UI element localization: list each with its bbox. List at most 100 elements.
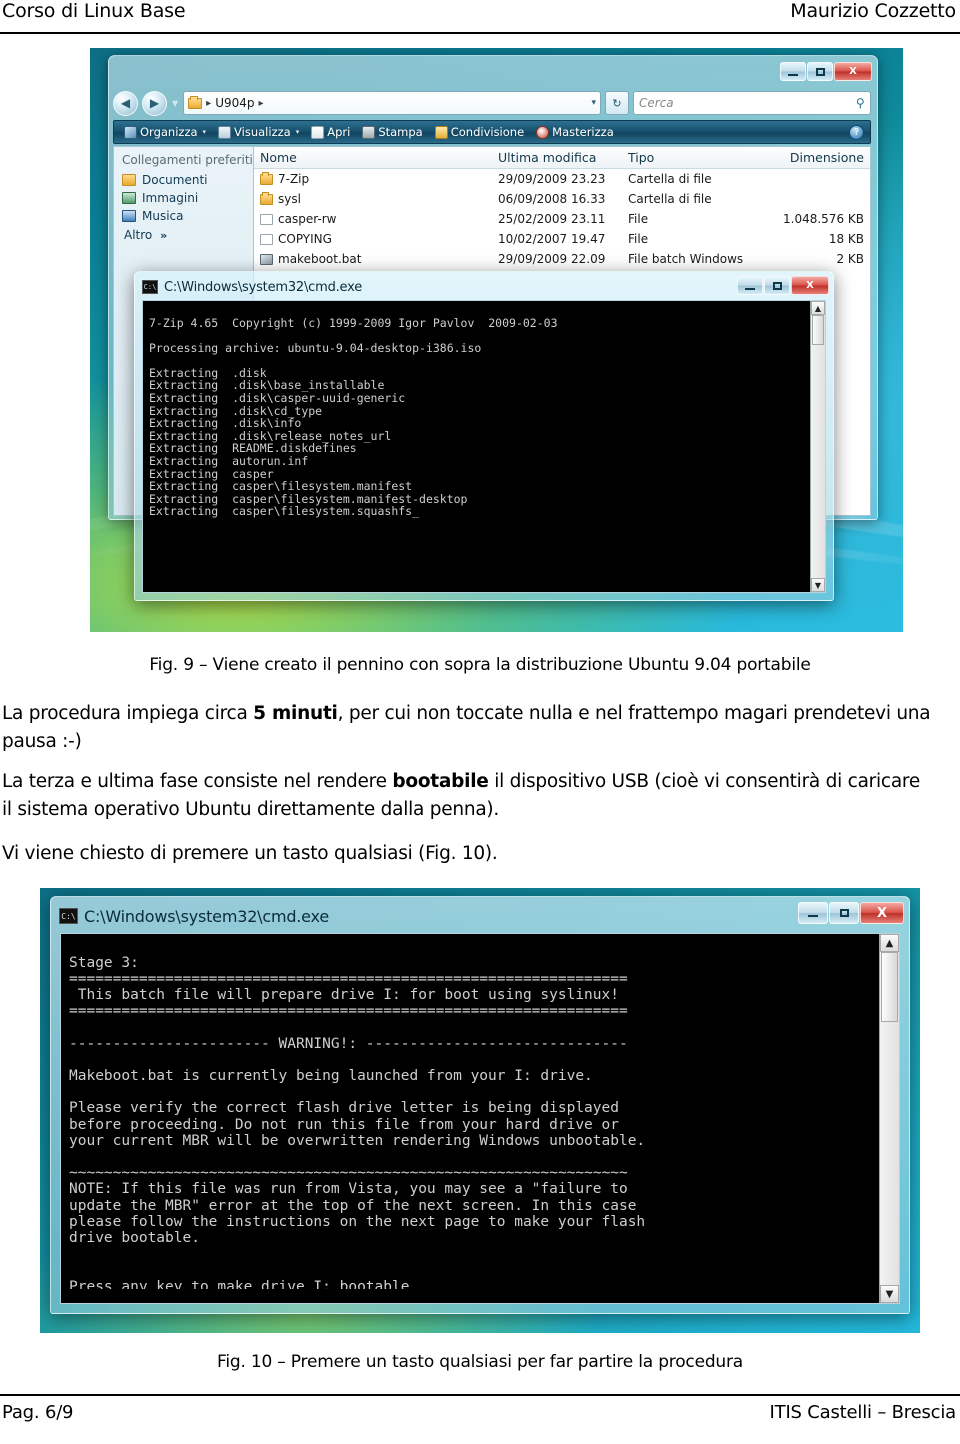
nav-history-caret-icon[interactable]: ▼ xyxy=(172,99,178,108)
help-icon[interactable]: ? xyxy=(849,124,864,140)
scrollbar-track[interactable] xyxy=(880,1022,899,1285)
file-modified: 29/09/2009 22.09 xyxy=(498,252,606,266)
refresh-button[interactable]: ↻ xyxy=(605,91,629,115)
cmd-console-text-2: Stage 3: ===============================… xyxy=(69,954,646,1289)
view-menu[interactable]: Visualizza ▾ xyxy=(214,125,303,139)
paragraph-1-part-a: La procedura impiega circa xyxy=(2,703,254,724)
file-name: 7-Zip xyxy=(278,172,310,186)
breadcrumb-separator-icon: ▸ xyxy=(206,97,212,109)
cmd-console-text-1: 7-Zip 4.65 Copyright (c) 1999-2009 Igor … xyxy=(149,315,558,519)
figure-9-caption: Fig. 9 – Viene creato il pennino con sop… xyxy=(149,655,811,675)
table-row[interactable]: 7-Zip 29/09/2009 23.23 Cartella di file xyxy=(254,169,870,189)
figure-10-caption: Fig. 10 – Premere un tasto qualsiasi per… xyxy=(216,1352,743,1372)
view-label: Visualizza xyxy=(234,125,291,139)
file-list-header: Nome Ultima modifica Tipo Dimensione xyxy=(254,147,870,169)
open-button[interactable]: Apri xyxy=(307,125,354,139)
file-modified: 29/09/2009 23.23 xyxy=(498,172,606,186)
scroll-down-arrow-icon[interactable]: ▼ xyxy=(811,578,825,592)
scroll-up-arrow-icon[interactable]: ▲ xyxy=(880,934,899,952)
page-header: Corso di Linux Base Maurizio Cozzetto xyxy=(0,0,960,34)
batch-file-icon xyxy=(260,253,273,265)
breadcrumb-folder-name[interactable]: U904p xyxy=(215,96,254,110)
cmd-scrollbar-2[interactable]: ▲ ▼ xyxy=(879,934,899,1303)
sidebar-more-toggle[interactable]: Altro » xyxy=(122,228,253,242)
sidebar-item-label: Musica xyxy=(142,209,184,223)
folder-icon xyxy=(188,95,203,109)
cmd-scrollbar-1[interactable]: ▲ ▼ xyxy=(810,301,825,592)
organize-menu[interactable]: Organizza ▾ xyxy=(120,125,210,139)
close-button[interactable]: X xyxy=(791,276,829,295)
scroll-down-arrow-icon[interactable]: ▼ xyxy=(880,1285,899,1303)
cmd-icon: C:\ xyxy=(142,280,158,294)
chevron-down-icon: ▾ xyxy=(295,128,300,136)
address-bar[interactable]: ▸ U904p ▸ ▾ xyxy=(183,91,601,115)
organize-icon xyxy=(124,125,137,139)
sidebar-item-immagini[interactable]: Immagini xyxy=(122,191,253,205)
maximize-button[interactable] xyxy=(807,62,833,81)
open-icon xyxy=(311,125,325,139)
file-icon xyxy=(260,213,273,225)
music-folder-icon xyxy=(122,210,136,222)
explorer-address-row: ◀ ▶ ▼ ▸ U904p ▸ ▾ ↻ Cerca ⚲ xyxy=(113,90,871,116)
paragraph-2-part-a: La terza e ultima fase consiste nel rend… xyxy=(2,771,393,792)
screenshot-figure-10: C:\ C:\Windows\system32\cmd.exe X Stage … xyxy=(40,888,920,1333)
close-button[interactable]: X xyxy=(834,62,872,81)
close-button[interactable]: X xyxy=(860,902,904,924)
burn-button[interactable]: Masterizza xyxy=(532,125,618,139)
paragraph-2: La terza e ultima fase consiste nel rend… xyxy=(2,768,932,824)
file-modified: 10/02/2007 19.47 xyxy=(498,232,606,246)
pictures-folder-icon xyxy=(122,192,136,204)
print-button[interactable]: Stampa xyxy=(358,125,426,139)
chevron-double-right-icon: » xyxy=(160,229,168,242)
scroll-up-arrow-icon[interactable]: ▲ xyxy=(811,301,825,315)
cmd-icon: C:\ xyxy=(59,908,78,924)
minimize-button[interactable] xyxy=(780,62,806,81)
address-dropdown-icon[interactable]: ▾ xyxy=(591,98,596,108)
scrollbar-thumb[interactable] xyxy=(812,315,824,345)
minimize-button[interactable] xyxy=(798,902,828,924)
table-row[interactable]: COPYING 10/02/2007 19.47 File 18 KB xyxy=(254,229,870,249)
paragraph-1-bold: 5 minuti xyxy=(253,703,338,724)
table-row[interactable]: sysl 06/09/2008 16.33 Cartella di file xyxy=(254,189,870,209)
cmd-console-area-2: Stage 3: ===============================… xyxy=(60,933,900,1304)
organize-label: Organizza xyxy=(140,125,198,139)
file-type: File batch Windows xyxy=(628,252,744,266)
column-header-type[interactable]: Tipo xyxy=(622,150,750,165)
column-header-size[interactable]: Dimensione xyxy=(750,150,870,165)
open-label: Apri xyxy=(327,125,351,139)
header-course-title: Corso di Linux Base xyxy=(2,0,186,22)
view-icon xyxy=(218,125,232,139)
file-type: File xyxy=(628,212,649,226)
paragraph-1: La procedura impiega circa 5 minuti, per… xyxy=(2,700,932,756)
footer-page-number: Pag. 6/9 xyxy=(2,1402,74,1423)
print-label: Stampa xyxy=(378,125,423,139)
search-input[interactable]: Cerca ⚲ xyxy=(633,91,871,115)
share-icon xyxy=(434,125,448,139)
minimize-button[interactable] xyxy=(737,276,763,295)
sidebar-item-documenti[interactable]: Documenti xyxy=(122,173,253,187)
file-type: Cartella di file xyxy=(628,192,712,206)
sidebar-heading: Collegamenti preferiti xyxy=(122,153,253,167)
sidebar-item-musica[interactable]: Musica xyxy=(122,209,253,223)
cmd-title-text: C:\Windows\system32\cmd.exe xyxy=(84,906,329,926)
table-row[interactable]: makeboot.bat 29/09/2009 22.09 File batch… xyxy=(254,249,870,269)
share-label: Condivisione xyxy=(450,125,525,139)
share-button[interactable]: Condivisione xyxy=(431,125,528,139)
maximize-button[interactable] xyxy=(829,902,859,924)
column-header-name[interactable]: Nome xyxy=(254,150,492,165)
file-size: 2 KB xyxy=(836,252,864,266)
scrollbar-thumb[interactable] xyxy=(881,952,898,1022)
file-name: casper-rw xyxy=(278,212,337,226)
paragraph-3: Vi viene chiesto di premere un tasto qua… xyxy=(2,843,498,864)
screenshot-figure-9: X ◀ ▶ ▼ ▸ U904p ▸ ▾ ↻ Cerca ⚲ Organizza … xyxy=(90,48,903,632)
file-type: File xyxy=(628,232,649,246)
maximize-button[interactable] xyxy=(764,276,790,295)
scrollbar-track[interactable] xyxy=(811,345,825,578)
column-header-modified[interactable]: Ultima modifica xyxy=(492,150,622,165)
back-button[interactable]: ◀ xyxy=(113,90,138,116)
breadcrumb-separator-icon: ▸ xyxy=(258,97,264,109)
table-row[interactable]: casper-rw 25/02/2009 23.11 File 1.048.57… xyxy=(254,209,870,229)
sidebar-item-label: Documenti xyxy=(142,173,208,187)
explorer-command-bar: Organizza ▾ Visualizza ▾ Apri Stampa Con… xyxy=(113,120,871,144)
forward-button[interactable]: ▶ xyxy=(142,90,167,116)
